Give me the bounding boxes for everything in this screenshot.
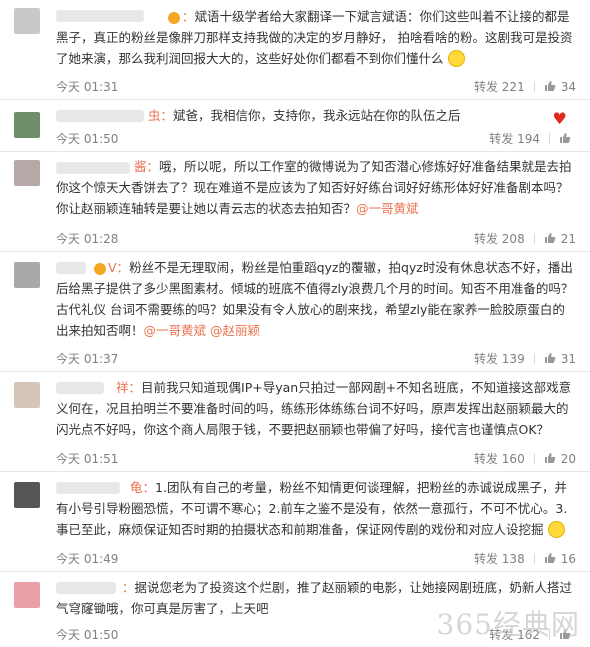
like-button[interactable]: 21 bbox=[544, 232, 576, 246]
verified-badge-icon: V bbox=[168, 12, 284, 24]
username-suffix[interactable]: ： bbox=[182, 9, 195, 24]
comment-meta: 今天 01:31 转发 221 34 bbox=[56, 78, 576, 96]
thumbs-up-icon bbox=[544, 233, 556, 243]
thumbs-up-icon bbox=[544, 453, 556, 463]
like-button[interactable]: 34 bbox=[544, 80, 576, 94]
comment-item: 龟：1.团队有自己的考量，粉丝不知情更何谈理解，把粉丝的赤诚说成黑子，并有小号引… bbox=[0, 472, 590, 572]
comment-actions: 转发 221 34 bbox=[474, 78, 576, 95]
comment-body: 酱：哦，所以呢，所以工作室的微博说为了知否潜心修炼好好准备结果就是去拍你这个惊天… bbox=[56, 156, 576, 219]
username-suffix[interactable]: V： bbox=[108, 260, 129, 275]
comment-text: 斌语十级学者给大家翻译一下斌言斌语：你们这些叫着不让接的都是黑子，真正的粉丝是像… bbox=[56, 9, 573, 66]
like-button[interactable]: 16 bbox=[544, 552, 576, 566]
comment-time: 今天 01:50 bbox=[56, 628, 119, 642]
site-watermark: 365经典网 bbox=[436, 608, 580, 641]
comment-time: 今天 01:28 bbox=[56, 232, 119, 246]
repost-button[interactable]: 转发 221 bbox=[474, 78, 525, 95]
comment-item: V：斌语十级学者给大家翻译一下斌言斌语：你们这些叫着不让接的都是黑子，真正的粉丝… bbox=[0, 0, 590, 100]
comment-meta: 今天 01:28 转发 208 21 bbox=[56, 230, 576, 248]
like-button[interactable]: 31 bbox=[544, 352, 576, 366]
avatar[interactable] bbox=[14, 382, 40, 408]
like-count: 31 bbox=[560, 352, 576, 366]
avatar[interactable] bbox=[14, 8, 40, 34]
username-suffix[interactable]: ： bbox=[122, 580, 135, 595]
username-suffix[interactable]: 祥： bbox=[116, 380, 141, 395]
comment-item: 酱：哦，所以呢，所以工作室的微博说为了知否潜心修炼好好准备结果就是去拍你这个惊天… bbox=[0, 152, 590, 252]
comment-text: 斌爸，我相信你，支持你，我永远站在你的队伍之后 bbox=[173, 108, 461, 123]
like-button[interactable] bbox=[559, 132, 576, 146]
like-count: 20 bbox=[560, 452, 576, 466]
repost-button[interactable]: 转发 208 bbox=[474, 230, 525, 247]
thumbs-up-icon bbox=[560, 133, 571, 143]
divider bbox=[533, 353, 535, 364]
avatar[interactable] bbox=[14, 160, 40, 186]
heart-emoji-icon: ♥ bbox=[552, 109, 567, 128]
comment-body: V：斌语十级学者给大家翻译一下斌言斌语：你们这些叫着不让接的都是黑子，真正的粉丝… bbox=[56, 6, 576, 69]
username-suffix[interactable]: 龟： bbox=[130, 480, 155, 495]
comment-time: 今天 01:51 bbox=[56, 452, 119, 466]
comment-meta: 今天 01:37 转发 139 31 bbox=[56, 350, 576, 368]
comment-item: 祥：目前我只知道现偶IP+导yan只拍过一部网剧+不知名班底，不知道接这部戏意义… bbox=[0, 372, 590, 472]
like-count: 34 bbox=[560, 80, 576, 94]
avatar[interactable] bbox=[14, 582, 40, 608]
smile-emoji-icon bbox=[547, 521, 565, 538]
comment-actions: 转发 194 bbox=[489, 130, 576, 147]
verified-badge-icon: V bbox=[94, 263, 136, 275]
repost-button[interactable]: 转发 138 bbox=[474, 550, 525, 567]
like-button[interactable]: 20 bbox=[544, 452, 576, 466]
divider bbox=[533, 453, 535, 464]
comment-actions: 转发 208 21 bbox=[474, 230, 576, 247]
comment-time: 今天 01:50 bbox=[56, 132, 119, 146]
comment-body: 龟：1.团队有自己的考量，粉丝不知情更何谈理解，把粉丝的赤诚说成黑子，并有小号引… bbox=[56, 477, 576, 540]
comment-feed: V：斌语十级学者给大家翻译一下斌言斌语：你们这些叫着不让接的都是黑子，真正的粉丝… bbox=[0, 0, 590, 647]
smile-emoji-icon bbox=[447, 50, 465, 67]
comment-item: VV：粉丝不是无理取闹，粉丝是怕重蹈qyz的覆辙，拍qyz时没有休息状态不好，播… bbox=[0, 252, 590, 372]
comment-body: VV：粉丝不是无理取闹，粉丝是怕重蹈qyz的覆辙，拍qyz时没有休息状态不好，播… bbox=[56, 257, 576, 341]
divider bbox=[533, 553, 535, 564]
mention-link[interactable]: @一哥黄斌 @赵丽颖 bbox=[144, 323, 260, 338]
comment-body: 虫：斌爸，我相信你，支持你，我永远站在你的队伍之后 ♥ bbox=[56, 105, 576, 127]
avatar[interactable] bbox=[14, 112, 40, 138]
comment-actions: 转发 160 20 bbox=[474, 450, 576, 467]
comment-body: 祥：目前我只知道现偶IP+导yan只拍过一部网剧+不知名班底，不知道接这部戏意义… bbox=[56, 377, 576, 440]
repost-button[interactable]: 转发 194 bbox=[489, 130, 540, 147]
comment-actions: 转发 139 31 bbox=[474, 350, 576, 367]
username-suffix[interactable]: 虫： bbox=[148, 108, 173, 123]
comment-meta: 今天 01:50 转发 194 bbox=[56, 130, 576, 148]
divider bbox=[533, 81, 535, 92]
comment-actions: 转发 138 16 bbox=[474, 550, 576, 567]
comment-item: 虫：斌爸，我相信你，支持你，我永远站在你的队伍之后 ♥ 今天 01:50 转发 1… bbox=[0, 100, 590, 152]
comment-meta: 今天 01:51 转发 160 20 bbox=[56, 450, 576, 468]
comment-time: 今天 01:31 bbox=[56, 80, 119, 94]
comment-time: 今天 01:49 bbox=[56, 552, 119, 566]
divider bbox=[549, 133, 550, 144]
divider bbox=[533, 233, 535, 244]
repost-button[interactable]: 转发 139 bbox=[474, 350, 525, 367]
thumbs-up-icon bbox=[544, 81, 556, 91]
comment-text: 粉丝不是无理取闹，粉丝是怕重蹈qyz的覆辙，拍qyz时没有休息状态不好，播出后给… bbox=[56, 260, 574, 338]
thumbs-up-icon bbox=[544, 553, 556, 563]
username-suffix[interactable]: 酱： bbox=[134, 159, 159, 174]
mention-link[interactable]: @一哥黄斌 bbox=[356, 201, 419, 216]
repost-button[interactable]: 转发 160 bbox=[474, 450, 525, 467]
avatar[interactable] bbox=[14, 482, 40, 508]
avatar[interactable] bbox=[14, 262, 40, 288]
like-count: 16 bbox=[560, 552, 576, 566]
comment-time: 今天 01:37 bbox=[56, 352, 119, 366]
thumbs-up-icon bbox=[544, 353, 556, 363]
comment-meta: 今天 01:49 转发 138 16 bbox=[56, 550, 576, 568]
like-count: 21 bbox=[560, 232, 576, 246]
